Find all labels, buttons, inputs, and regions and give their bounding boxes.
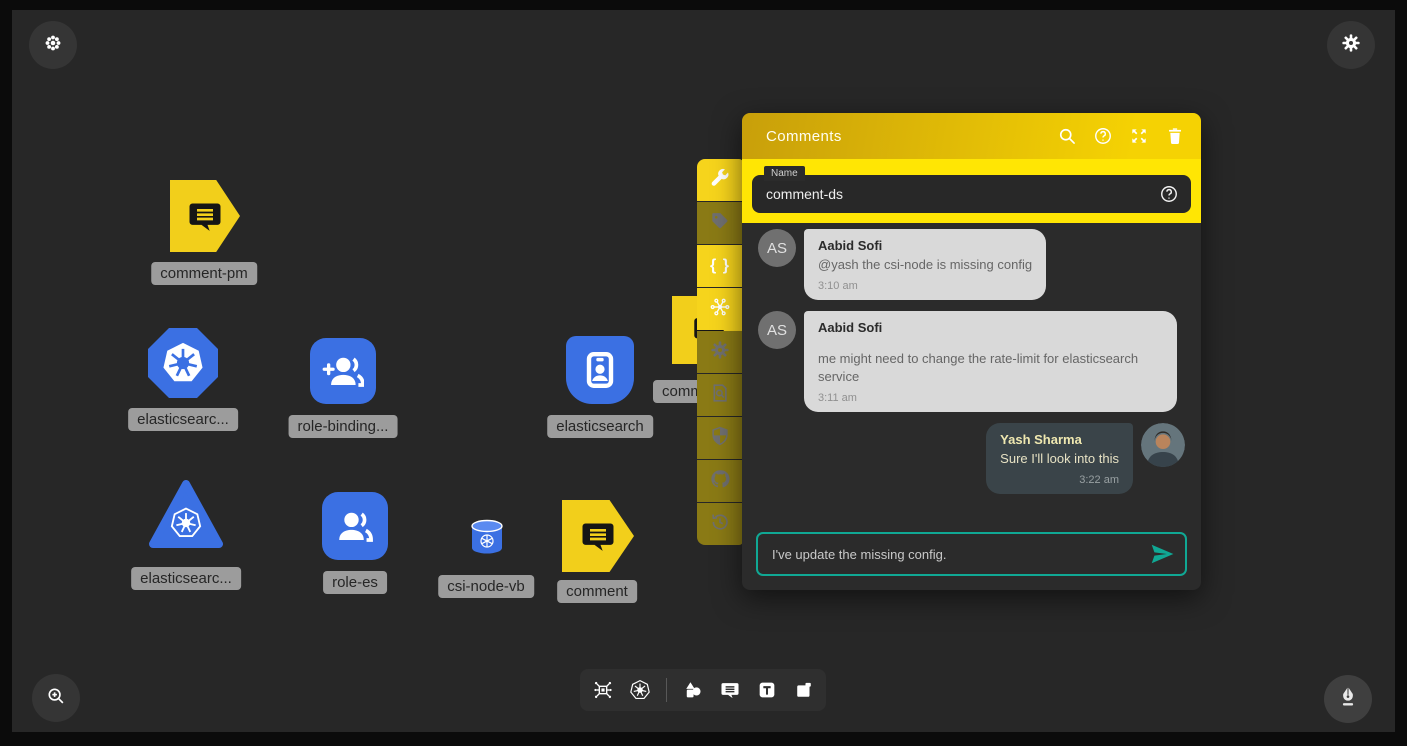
toolbar-divider — [666, 678, 667, 702]
gear-icon — [1340, 32, 1362, 59]
message: AS Aabid Sofi @yash the csi-node is miss… — [758, 229, 1185, 300]
name-field-label: Name — [764, 166, 805, 181]
flower-icon — [42, 32, 64, 59]
node-elasticsearch-triangle[interactable] — [148, 478, 224, 552]
message: AS Aabid Sofi me might need to change th… — [758, 311, 1185, 412]
trash-icon[interactable] — [1165, 126, 1185, 146]
search-icon[interactable] — [1057, 126, 1077, 146]
app-window: comment-pm elasticsearc... role-binding.… — [0, 0, 1407, 746]
toolbar-button-json[interactable]: { } — [697, 245, 743, 287]
toolbar-button-hub[interactable] — [697, 288, 743, 330]
comment-icon[interactable] — [719, 679, 741, 701]
toolbar-button-settings[interactable] — [697, 331, 743, 373]
message-text: @yash the csi-node is missing config — [818, 256, 1032, 274]
comment-icon — [185, 196, 225, 236]
toolbar-button-validate[interactable] — [697, 374, 743, 416]
kubernetes-wheel-icon — [160, 340, 206, 386]
message-bubble: Aabid Sofi me might need to change the r… — [804, 311, 1177, 412]
app-menu-button[interactable] — [29, 21, 77, 69]
group-icon — [334, 505, 376, 547]
wrench-icon — [709, 167, 731, 194]
message-author: Yash Sharma — [1000, 432, 1119, 447]
node-role-es[interactable] — [322, 492, 388, 560]
chat-input-row — [756, 532, 1187, 576]
node-label[interactable]: csi-node-vb — [438, 575, 534, 598]
shape-toolbar — [580, 669, 826, 711]
history-icon — [709, 511, 731, 538]
toolbar-button-security[interactable] — [697, 417, 743, 459]
message-bubble: Yash Sharma Sure I'll look into this 3:2… — [986, 423, 1133, 494]
media-icon[interactable] — [793, 679, 815, 701]
node-label[interactable]: role-es — [323, 571, 387, 594]
name-input[interactable] — [764, 185, 1159, 203]
comments-panel: Comments Name AS Aabid Sofi @yash the cs… — [742, 113, 1201, 590]
node-label[interactable]: elasticsearc... — [131, 567, 241, 590]
service-account-icon — [578, 348, 622, 392]
node-elasticsearch[interactable] — [566, 336, 634, 404]
message-time: 3:10 am — [818, 280, 1032, 292]
avatar — [1141, 423, 1185, 467]
comment-icon — [578, 516, 618, 556]
message-list[interactable]: AS Aabid Sofi @yash the csi-node is miss… — [742, 223, 1201, 528]
gear-icon — [709, 339, 731, 366]
zoom-button[interactable] — [32, 674, 80, 722]
toolbar-button-history[interactable] — [697, 503, 743, 545]
hub-icon — [709, 296, 731, 323]
group-add-icon — [322, 350, 364, 392]
message-bubble: Aabid Sofi @yash the csi-node is missing… — [804, 229, 1046, 300]
avatar: AS — [758, 311, 796, 349]
architecture-icon[interactable] — [592, 679, 614, 701]
shapes-icon[interactable] — [682, 679, 704, 701]
kubernetes-icon[interactable] — [629, 679, 651, 701]
message: Yash Sharma Sure I'll look into this 3:2… — [758, 423, 1185, 494]
expand-icon[interactable] — [1129, 126, 1149, 146]
node-label[interactable]: elasticsearc... — [128, 408, 238, 431]
github-icon — [709, 468, 731, 495]
help-icon[interactable] — [1159, 184, 1179, 204]
chat-input[interactable] — [770, 546, 1149, 563]
text-icon[interactable] — [756, 679, 778, 701]
node-label[interactable]: elasticsearch — [547, 415, 653, 438]
name-field[interactable] — [752, 175, 1191, 213]
panel-title: Comments — [766, 128, 1041, 145]
document-search-icon — [709, 382, 731, 409]
tag-icon — [709, 210, 731, 237]
node-csi-node-vb[interactable] — [469, 518, 505, 556]
toolbar-button-github[interactable] — [697, 460, 743, 502]
message-time: 3:22 am — [1000, 474, 1119, 486]
send-icon[interactable] — [1149, 541, 1175, 567]
node-elasticsearch-octagon[interactable] — [148, 328, 218, 398]
braces-icon: { } — [710, 257, 730, 275]
name-field-section: Name — [742, 159, 1201, 223]
node-role-binding[interactable] — [310, 338, 376, 404]
node-action-toolbar: { } — [697, 159, 743, 545]
pen-nib-icon — [1335, 684, 1361, 715]
message-author: Aabid Sofi — [818, 238, 1032, 253]
message-author: Aabid Sofi — [818, 320, 1163, 335]
settings-button[interactable] — [1327, 21, 1375, 69]
toolbar-button-configure[interactable] — [697, 159, 743, 201]
message-time: 3:11 am — [818, 392, 1163, 404]
comments-panel-header[interactable]: Comments — [742, 113, 1201, 159]
node-label[interactable]: role-binding... — [289, 415, 398, 438]
zoom-in-icon — [45, 685, 67, 712]
help-icon[interactable] — [1093, 126, 1113, 146]
shield-icon — [709, 425, 731, 452]
message-text: Sure I'll look into this — [1000, 450, 1119, 468]
node-label[interactable]: comment — [557, 580, 637, 603]
message-text: me might need to change the rate-limit f… — [818, 350, 1163, 386]
toolbar-button-tags[interactable] — [697, 202, 743, 244]
avatar: AS — [758, 229, 796, 267]
node-label[interactable]: comment-pm — [151, 262, 257, 285]
pen-tool-button[interactable] — [1324, 675, 1372, 723]
